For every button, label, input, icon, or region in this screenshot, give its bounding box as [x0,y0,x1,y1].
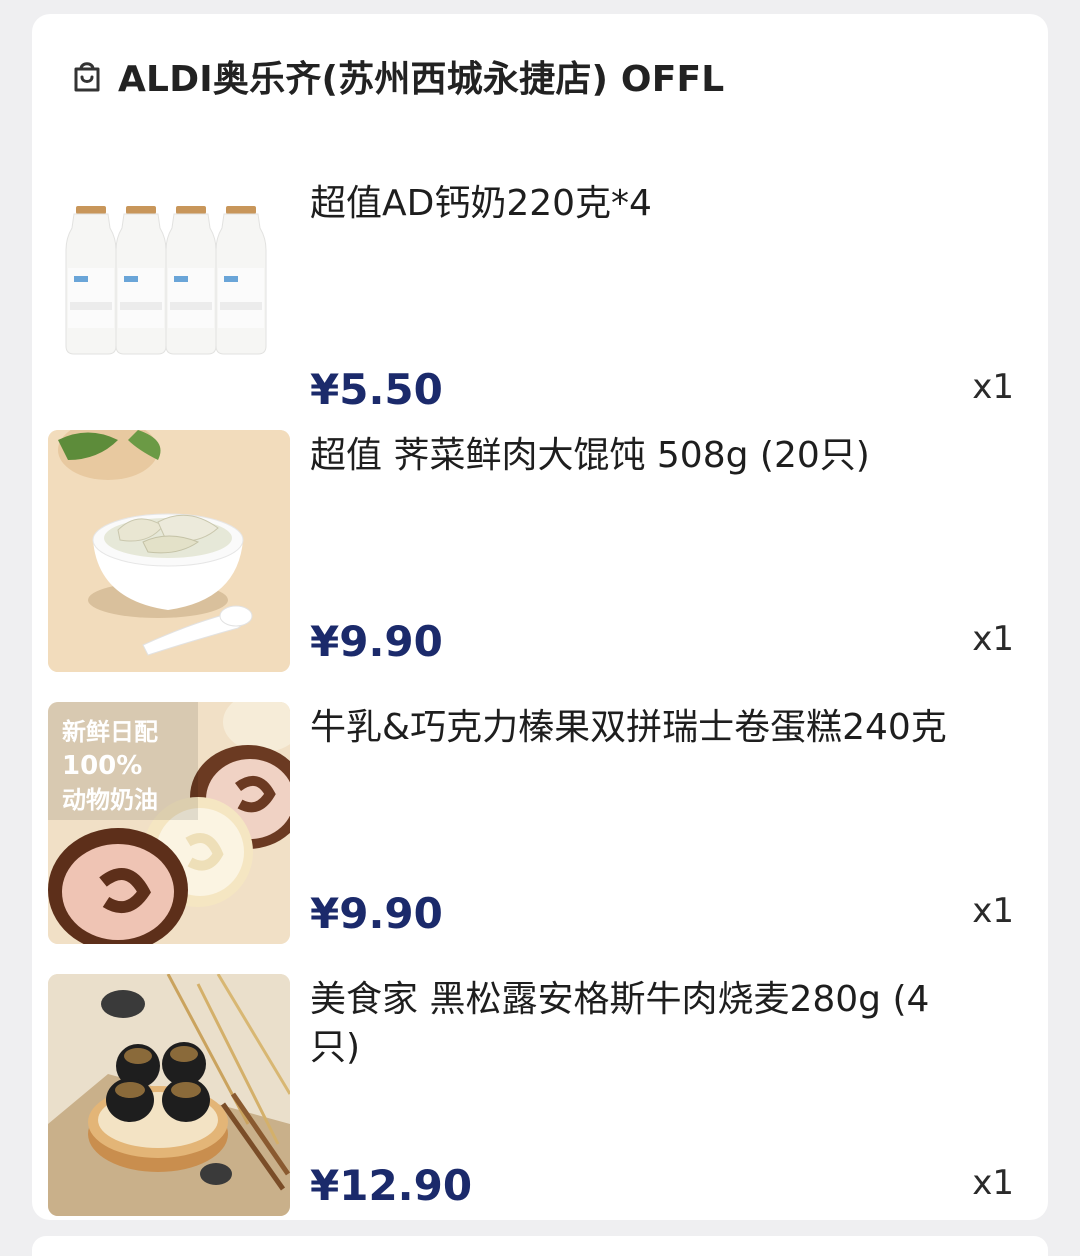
item-price: ¥5.50 [310,365,443,414]
order-item[interactable]: 新鲜日配 100% 动物奶油 牛乳&巧克力榛果双拼瑞士卷蛋糕240克 ¥9.90… [48,702,1028,944]
item-title: 美食家 黑松露安格斯牛肉烧麦280g (4只) [310,979,930,1068]
order-card: ALDI奥乐齐(苏州西城永捷店) OFFL 超值AD钙奶220克*4 ¥5.50… [32,14,1048,1220]
badge-line-1: 新鲜日配 [62,718,158,746]
item-price: ¥12.90 [310,1161,473,1210]
item-price: ¥9.90 [310,617,443,666]
order-item[interactable]: 超值 荠菜鲜肉大馄饨 508g (20只) ¥9.90 x1 [48,430,1028,672]
store-header[interactable]: ALDI奥乐齐(苏州西城永捷店) OFFL [68,52,724,100]
milk-bottles-image [48,178,290,420]
item-title: 牛乳&巧克力榛果双拼瑞士卷蛋糕240克 [310,707,947,748]
order-item[interactable]: 超值AD钙奶220克*4 ¥5.50 x1 [48,178,1028,420]
badge-line-2: 100% [62,751,142,781]
next-card-edge [32,1236,1048,1256]
wonton-bowl-image [48,430,290,672]
item-title: 超值AD钙奶220克*4 [310,183,652,224]
item-quantity: x1 [972,1163,1014,1203]
shopping-bag-icon [74,62,100,92]
swiss-roll-image: 新鲜日配 100% 动物奶油 [48,702,290,944]
shumai-image [48,974,290,1216]
item-quantity: x1 [972,619,1014,659]
badge-line-3: 动物奶油 [62,786,158,814]
item-quantity: x1 [972,891,1014,931]
store-name: ALDI奥乐齐(苏州西城永捷店) OFFL [118,59,725,100]
item-price: ¥9.90 [310,889,443,938]
item-title: 超值 荠菜鲜肉大馄饨 508g (20只) [310,435,870,476]
order-item[interactable]: 美食家 黑松露安格斯牛肉烧麦280g (4只) ¥12.90 x1 [48,974,1028,1216]
item-quantity: x1 [972,367,1014,407]
